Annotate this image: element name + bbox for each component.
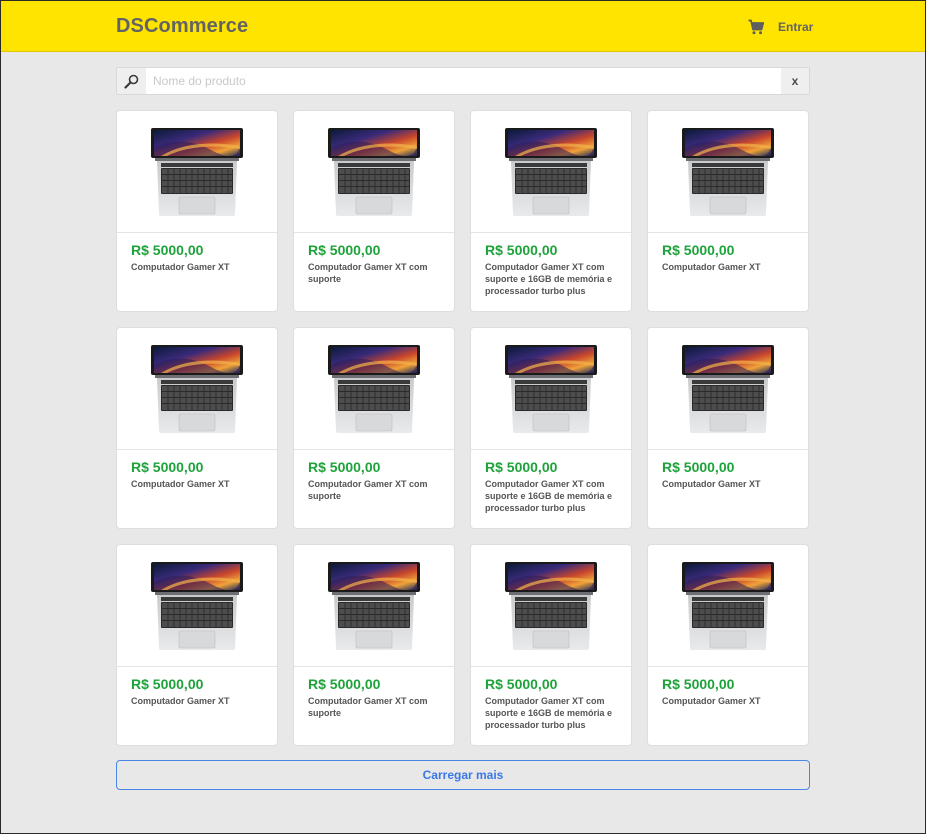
product-price: R$ 5000,00	[308, 242, 381, 258]
product-info: R$ 5000,00 Computador Gamer XT com suport…	[471, 667, 631, 731]
product-card[interactable]: R$ 5000,00 Computador Gamer XT	[647, 544, 809, 746]
product-name: Computador Gamer XT	[662, 479, 761, 489]
product-price: R$ 5000,00	[662, 459, 735, 475]
product-price: R$ 5000,00	[131, 459, 204, 475]
product-image-container	[294, 545, 454, 667]
search-icon[interactable]	[117, 68, 146, 94]
product-name: Computador Gamer XT	[662, 262, 761, 272]
product-image-container	[648, 545, 808, 667]
product-name: Computador Gamer XT com suporte e 16GB d…	[485, 262, 613, 296]
laptop-image	[151, 344, 243, 433]
product-name: Computador Gamer XT	[131, 696, 230, 706]
product-info: R$ 5000,00 Computador Gamer XT	[117, 667, 277, 707]
product-price: R$ 5000,00	[662, 676, 735, 692]
product-image-container	[294, 328, 454, 450]
product-image-container	[117, 545, 277, 667]
product-info: R$ 5000,00 Computador Gamer XT	[648, 450, 808, 490]
top-navbar: DSCommerce Entrar	[1, 1, 925, 52]
product-info: R$ 5000,00 Computador Gamer XT	[117, 233, 277, 273]
product-card[interactable]: R$ 5000,00 Computador Gamer XT com suport…	[293, 544, 455, 746]
product-name: Computador Gamer XT	[662, 696, 761, 706]
product-image-container	[117, 111, 277, 233]
laptop-image	[682, 561, 774, 650]
product-info: R$ 5000,00 Computador Gamer XT	[117, 450, 277, 490]
product-price: R$ 5000,00	[485, 459, 558, 475]
product-image-container	[117, 328, 277, 450]
laptop-image	[328, 127, 420, 216]
load-more-button[interactable]: Carregar mais	[116, 760, 810, 790]
laptop-image	[151, 127, 243, 216]
product-name: Computador Gamer XT com suporte	[308, 696, 428, 718]
product-card[interactable]: R$ 5000,00 Computador Gamer XT	[116, 110, 278, 312]
laptop-image	[682, 127, 774, 216]
product-info: R$ 5000,00 Computador Gamer XT	[648, 233, 808, 273]
product-image-container	[294, 111, 454, 233]
laptop-image	[151, 561, 243, 650]
product-price: R$ 5000,00	[485, 242, 558, 258]
product-image-container	[648, 111, 808, 233]
product-info: R$ 5000,00 Computador Gamer XT com suport…	[294, 667, 454, 719]
laptop-image	[505, 561, 597, 650]
product-price: R$ 5000,00	[308, 459, 381, 475]
product-price: R$ 5000,00	[131, 676, 204, 692]
laptop-image	[328, 344, 420, 433]
product-name: Computador Gamer XT com suporte e 16GB d…	[485, 479, 613, 513]
product-card[interactable]: R$ 5000,00 Computador Gamer XT	[116, 327, 278, 529]
product-info: R$ 5000,00 Computador Gamer XT com suport…	[294, 450, 454, 502]
product-name: Computador Gamer XT	[131, 479, 230, 489]
product-name: Computador Gamer XT com suporte	[308, 479, 428, 501]
laptop-image	[682, 344, 774, 433]
product-info: R$ 5000,00 Computador Gamer XT com suport…	[294, 233, 454, 285]
product-image-container	[471, 545, 631, 667]
cart-icon[interactable]	[748, 19, 765, 35]
laptop-image	[328, 561, 420, 650]
product-card[interactable]: R$ 5000,00 Computador Gamer XT com suport…	[470, 544, 632, 746]
product-grid: R$ 5000,00 Computador Gamer XT R$ 5000,0…	[116, 110, 810, 746]
product-info: R$ 5000,00 Computador Gamer XT com suport…	[471, 233, 631, 297]
product-image-container	[471, 111, 631, 233]
product-card[interactable]: R$ 5000,00 Computador Gamer XT com suport…	[293, 327, 455, 529]
search-bar: x	[116, 67, 810, 95]
product-image-container	[471, 328, 631, 450]
product-info: R$ 5000,00 Computador Gamer XT com suport…	[471, 450, 631, 514]
product-card[interactable]: R$ 5000,00 Computador Gamer XT	[647, 110, 809, 312]
product-price: R$ 5000,00	[485, 676, 558, 692]
product-info: R$ 5000,00 Computador Gamer XT	[648, 667, 808, 707]
clear-search-button[interactable]: x	[781, 68, 809, 94]
product-card[interactable]: R$ 5000,00 Computador Gamer XT com suport…	[470, 327, 632, 529]
search-input[interactable]	[147, 68, 781, 94]
laptop-image	[505, 127, 597, 216]
product-card[interactable]: R$ 5000,00 Computador Gamer XT com suport…	[293, 110, 455, 312]
laptop-image	[505, 344, 597, 433]
product-name: Computador Gamer XT com suporte	[308, 262, 428, 284]
product-name: Computador Gamer XT	[131, 262, 230, 272]
product-card[interactable]: R$ 5000,00 Computador Gamer XT	[647, 327, 809, 529]
product-name: Computador Gamer XT com suporte e 16GB d…	[485, 696, 613, 730]
product-card[interactable]: R$ 5000,00 Computador Gamer XT com suport…	[470, 110, 632, 312]
product-price: R$ 5000,00	[308, 676, 381, 692]
product-card[interactable]: R$ 5000,00 Computador Gamer XT	[116, 544, 278, 746]
product-price: R$ 5000,00	[662, 242, 735, 258]
brand-logo[interactable]: DSCommerce	[116, 15, 248, 38]
login-link[interactable]: Entrar	[778, 20, 813, 34]
product-price: R$ 5000,00	[131, 242, 204, 258]
product-image-container	[648, 328, 808, 450]
